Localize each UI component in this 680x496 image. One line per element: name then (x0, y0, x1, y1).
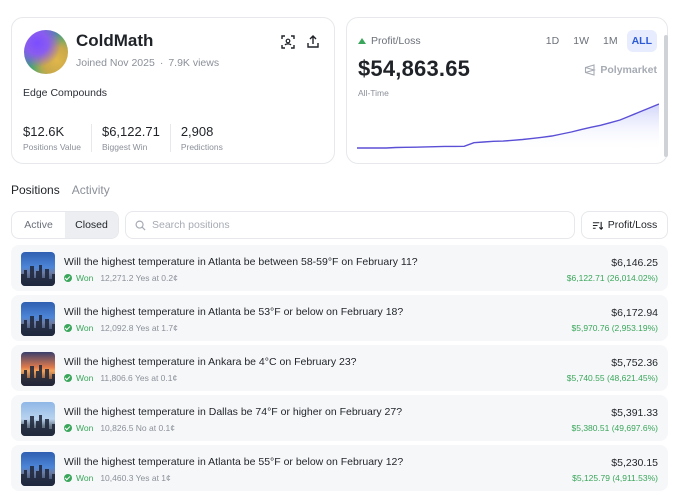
position-row[interactable]: Will the highest temperature in Atlanta … (11, 295, 668, 341)
polymarket-brand: Polymarket (584, 64, 657, 76)
stat-label: Biggest Win (101, 142, 148, 152)
position-detail: Won 10,460.3 Yes at 1¢ (64, 473, 171, 483)
stat-label: Positions Value (23, 142, 81, 152)
market-question[interactable]: Will the highest temperature in Atlanta … (64, 256, 418, 268)
search-icon (135, 220, 146, 231)
market-question[interactable]: Will the highest temperature in Ankara b… (64, 356, 357, 368)
skyline-icon (21, 415, 55, 436)
stat-value: 2,908 (180, 124, 214, 139)
positions-list: Will the highest temperature in Atlanta … (11, 245, 668, 495)
market-question[interactable]: Will the highest temperature in Dallas b… (64, 406, 402, 418)
position-detail: Won 12,271.2 Yes at 0.2¢ (64, 273, 178, 283)
check-circle-icon (64, 474, 72, 482)
position-detail: Won 11,806.6 Yes at 0.1¢ (64, 373, 177, 383)
range-all[interactable]: ALL (626, 30, 657, 52)
sort-icon (592, 221, 603, 230)
range-1m[interactable]: 1M (598, 30, 623, 52)
skyline-icon (21, 365, 55, 386)
stat-label: Predictions (180, 142, 223, 152)
status-label: Won (76, 373, 94, 383)
profile-meta: Joined Nov 2025 · 7.9K views (76, 57, 220, 69)
check-circle-icon (64, 274, 72, 282)
status-label: Won (76, 323, 94, 333)
position-row[interactable]: Will the highest temperature in Ankara b… (11, 345, 668, 391)
position-value: $5,230.15 (611, 457, 658, 469)
market-thumbnail (21, 452, 55, 486)
shares-label: 12,271.2 Yes at 0.2¢ (100, 273, 178, 283)
profile-bio: Edge Compounds (23, 87, 108, 99)
position-row[interactable]: Will the highest temperature in Atlanta … (11, 245, 668, 291)
polymarket-logo-icon (585, 64, 597, 76)
position-gain: $6,122.71 (26,014.02%) (566, 273, 658, 283)
up-arrow-icon (358, 38, 366, 44)
shares-label: 12,092.8 Yes at 1.7¢ (100, 323, 178, 333)
position-row[interactable]: Will the highest temperature in Atlanta … (11, 445, 668, 491)
pnl-value: $54,863.65 (358, 56, 471, 81)
search-input[interactable] (152, 212, 552, 238)
check-circle-icon (64, 374, 72, 382)
pnl-title-label: Profit/Loss (371, 35, 421, 47)
brand-label: Polymarket (600, 64, 657, 76)
section-tabs: Positions Activity (11, 183, 110, 197)
stat-predictions: 2,908 Predictions (181, 124, 233, 152)
shares-label: 11,806.6 Yes at 0.1¢ (100, 373, 178, 383)
position-detail: Won 12,092.8 Yes at 1.7¢ (64, 323, 178, 333)
sort-label: Profit/Loss (607, 219, 658, 231)
share-icon[interactable] (305, 34, 321, 50)
position-value: $6,172.94 (611, 307, 658, 319)
market-question[interactable]: Will the highest temperature in Atlanta … (64, 306, 403, 318)
profile-stats: $12.6K Positions Value $6,122.71 Biggest… (23, 124, 243, 152)
search-box (125, 211, 575, 239)
avatar[interactable] (24, 30, 68, 74)
tab-activity[interactable]: Activity (72, 183, 110, 197)
position-gain: $5,125.79 (4,911.53%) (572, 473, 658, 483)
position-value: $5,752.36 (611, 357, 658, 369)
position-gain: $5,380.51 (49,697.6%) (571, 423, 658, 433)
tab-positions[interactable]: Positions (11, 183, 60, 197)
joined-date: Joined Nov 2025 (76, 57, 155, 69)
market-thumbnail (21, 302, 55, 336)
pnl-area (357, 104, 659, 152)
status-label: Won (76, 423, 94, 433)
position-gain: $5,740.55 (48,621.45%) (566, 373, 658, 383)
stat-value: $6,122.71 (101, 124, 160, 139)
view-count: 7.9K views (168, 57, 220, 69)
filter-closed[interactable]: Closed (65, 212, 118, 238)
stat-value: $12.6K (23, 124, 65, 139)
position-gain: $5,970.76 (2,953.19%) (571, 323, 658, 333)
profile-name: ColdMath (76, 31, 154, 50)
position-value: $5,391.33 (611, 407, 658, 419)
status-toggle: Active Closed (11, 211, 119, 239)
position-row[interactable]: Will the highest temperature in Dallas b… (11, 395, 668, 441)
scan-icon[interactable] (280, 34, 296, 50)
range-selector: 1D 1W 1M ALL (541, 30, 657, 52)
skyline-icon (21, 465, 55, 486)
profile-card: ColdMath Joined Nov 2025 · 7.9K views Edge… (11, 17, 335, 164)
sort-button[interactable]: Profit/Loss (581, 211, 668, 239)
position-detail: Won 10,826.5 No at 0.1¢ (64, 423, 175, 433)
stat-positions-value: $12.6K Positions Value (23, 124, 92, 152)
market-thumbnail (21, 252, 55, 286)
shares-label: 10,460.3 Yes at 1¢ (100, 473, 171, 483)
skyline-icon (21, 315, 55, 336)
market-thumbnail (21, 402, 55, 436)
range-1w[interactable]: 1W (568, 30, 594, 52)
status-label: Won (76, 473, 94, 483)
scrollbar-thumb[interactable] (664, 35, 668, 157)
market-question[interactable]: Will the highest temperature in Atlanta … (64, 456, 403, 468)
pnl-chart (357, 103, 659, 152)
status-label: Won (76, 273, 94, 283)
stat-biggest-win: $6,122.71 Biggest Win (102, 124, 171, 152)
check-circle-icon (64, 324, 72, 332)
skyline-icon (21, 265, 55, 286)
filter-active[interactable]: Active (12, 212, 65, 238)
market-thumbnail (21, 352, 55, 386)
position-value: $6,146.25 (611, 257, 658, 269)
shares-label: 10,826.5 No at 0.1¢ (100, 423, 175, 433)
pnl-title: Profit/Loss (358, 35, 421, 47)
check-circle-icon (64, 424, 72, 432)
range-1d[interactable]: 1D (541, 30, 564, 52)
